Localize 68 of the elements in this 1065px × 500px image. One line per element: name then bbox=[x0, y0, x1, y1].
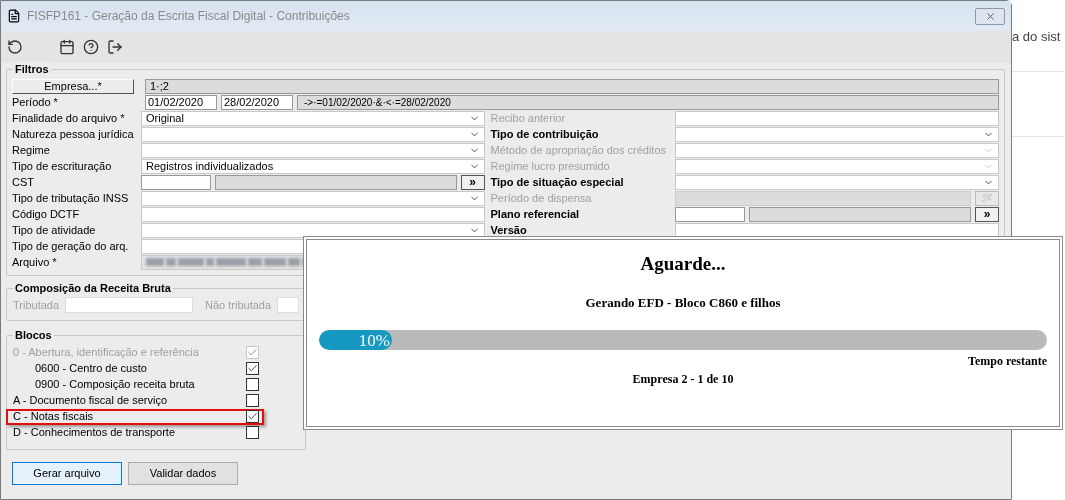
dropdown-field[interactable] bbox=[674, 174, 999, 190]
check-icon bbox=[247, 411, 258, 422]
document-icon bbox=[7, 9, 21, 23]
field-label: Não tributada bbox=[205, 298, 272, 313]
empresa-value: 1·;2 bbox=[145, 79, 999, 94]
field-label: Tipo de atividade bbox=[12, 224, 97, 236]
checkbox[interactable] bbox=[246, 426, 259, 439]
lookup-button[interactable]: » bbox=[460, 174, 485, 190]
period-expression: ->·=01/02/2020·&·<·=28/02/2020 bbox=[297, 94, 999, 110]
dropdown-field[interactable] bbox=[674, 142, 999, 158]
window-title: FISFP161 - Geração da Escrita Fiscal Digital - Contribuições bbox=[27, 8, 351, 25]
dropdown-field[interactable] bbox=[141, 126, 485, 142]
dropdown-field[interactable]: Original bbox=[141, 110, 485, 126]
field-label: Natureza pessoa jurídica bbox=[12, 128, 135, 140]
group-title: Composição da Receita Bruta bbox=[13, 281, 173, 295]
remaining-time-label: Tempo restante bbox=[968, 353, 1047, 370]
field-label: Código DCTF bbox=[12, 208, 81, 220]
start-date-field[interactable]: 01/02/2020 bbox=[145, 94, 217, 110]
empresa-button[interactable]: Empresa...* bbox=[12, 79, 134, 94]
dropdown-field[interactable] bbox=[141, 190, 485, 206]
end-date-field[interactable]: 28/02/2020 bbox=[221, 94, 293, 110]
progress-message: Gerando EFD - Bloco C860 e filhos bbox=[585, 293, 781, 312]
dropdown-field[interactable] bbox=[674, 126, 999, 142]
dropdown-field[interactable] bbox=[141, 222, 485, 238]
progress-status: Empresa 2 - 1 de 10 bbox=[632, 371, 734, 388]
calendar-icon[interactable] bbox=[59, 39, 75, 55]
code-field[interactable] bbox=[674, 206, 745, 222]
close-button[interactable] bbox=[975, 7, 1005, 25]
dropdown-field[interactable]: Registros individualizados bbox=[141, 158, 485, 174]
block-label: 0900 - Composição receita bruta bbox=[34, 379, 196, 390]
action-button[interactable]: Gerar arquivo bbox=[12, 461, 122, 485]
dropdown-field[interactable] bbox=[674, 158, 999, 174]
check-icon bbox=[247, 347, 258, 358]
dropdown-field[interactable] bbox=[141, 142, 485, 158]
progress-title: Aguarde... bbox=[640, 252, 726, 276]
background-text: a do sist bbox=[1012, 28, 1061, 46]
block-label: C - Notas fiscais bbox=[13, 411, 95, 422]
action-button[interactable]: Validar dados bbox=[128, 461, 238, 485]
wand-icon bbox=[982, 193, 992, 203]
field-label: Período * bbox=[12, 96, 59, 108]
field-label: Tipo de tributação INSS bbox=[12, 192, 130, 204]
block-label: 0600 - Centro de custo bbox=[34, 363, 148, 374]
close-icon bbox=[984, 10, 996, 22]
lookup-button[interactable]: » bbox=[975, 206, 999, 222]
text-field[interactable] bbox=[141, 206, 485, 222]
block-label: D - Conhecimentos de transporte bbox=[13, 427, 177, 438]
field-label: CST bbox=[12, 176, 35, 188]
field-label: Arquivo * bbox=[12, 256, 58, 268]
block-label: A - Documento fiscal de serviço bbox=[13, 395, 169, 406]
group-title: Filtros bbox=[13, 62, 51, 76]
code-field[interactable] bbox=[141, 174, 211, 190]
picker-button[interactable] bbox=[975, 190, 999, 206]
exit-icon[interactable] bbox=[107, 39, 123, 55]
block-label: 0 - Abertura, identificação e referência bbox=[13, 347, 200, 358]
checkbox[interactable] bbox=[246, 394, 259, 407]
field-label: Regime bbox=[12, 144, 51, 156]
field-label: Finalidade do arquivo * bbox=[12, 112, 126, 124]
checkbox[interactable] bbox=[246, 410, 259, 423]
text-field[interactable] bbox=[674, 110, 999, 126]
help-icon[interactable] bbox=[83, 39, 99, 55]
field-label: Tributada bbox=[13, 298, 60, 313]
text-field[interactable] bbox=[65, 297, 194, 314]
text-field[interactable] bbox=[277, 297, 299, 314]
field-label: Tipo de geração do arq. bbox=[12, 240, 130, 252]
field-label: Tipo de escrituração bbox=[12, 160, 113, 172]
undo-icon[interactable] bbox=[7, 39, 23, 55]
check-icon bbox=[247, 363, 258, 374]
progress-percent: 10% bbox=[358, 331, 390, 349]
